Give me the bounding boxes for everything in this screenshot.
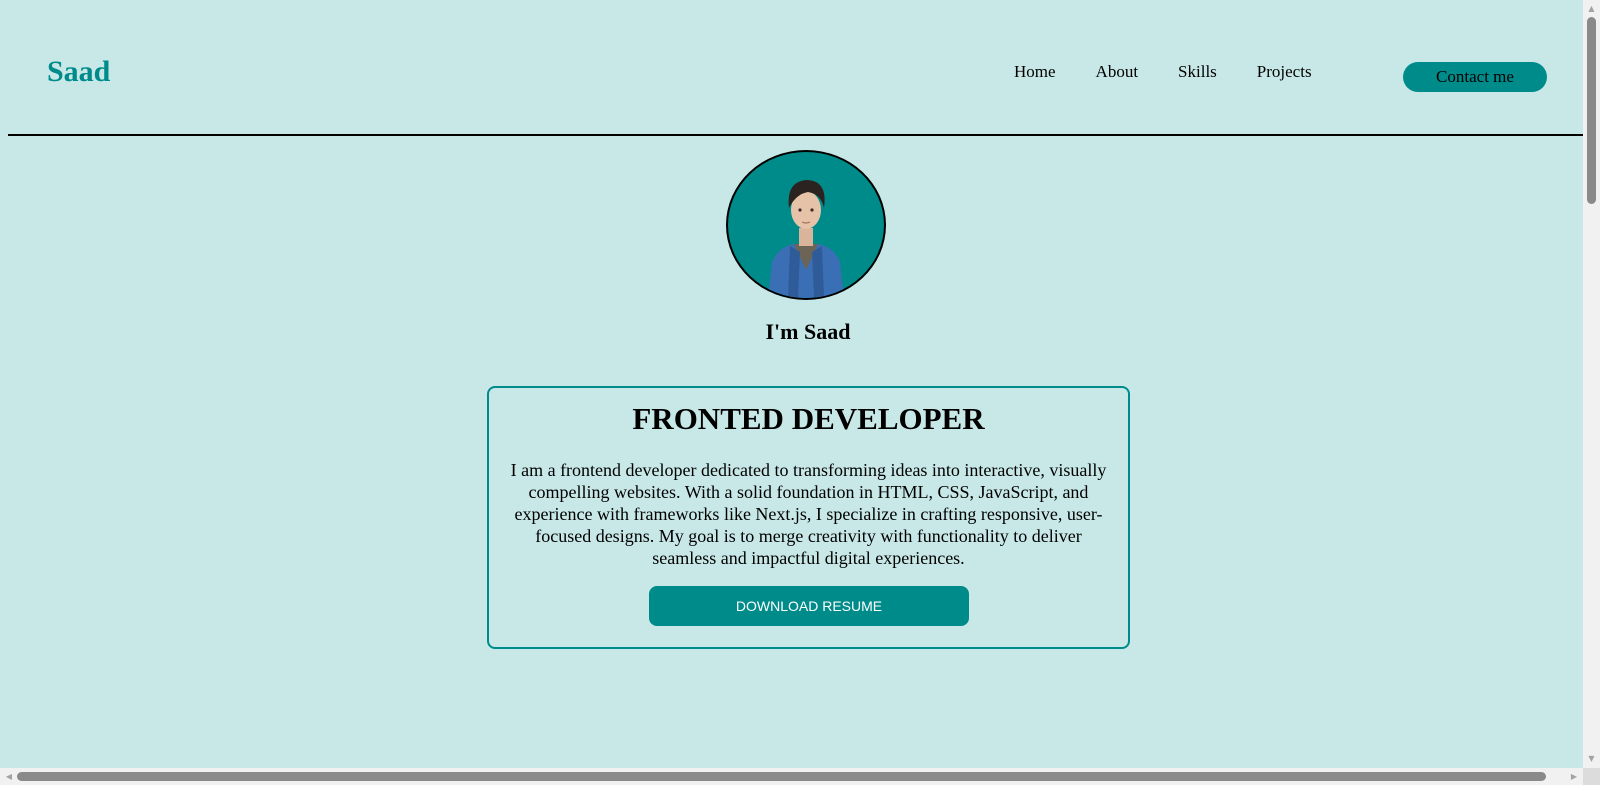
site-header: Saad Home About Skills Projects Contact … — [8, 0, 1583, 136]
horizontal-scroll-thumb[interactable] — [17, 772, 1546, 781]
nav-skills-link[interactable]: Skills — [1178, 60, 1217, 84]
role-title: FRONTED DEVELOPER — [632, 401, 985, 436]
nav-projects-link[interactable]: Projects — [1257, 60, 1312, 84]
contact-me-button[interactable]: Contact me — [1403, 62, 1547, 92]
scroll-left-arrow-icon[interactable]: ◀ — [2, 768, 16, 785]
scroll-down-arrow-icon[interactable]: ▼ — [1583, 752, 1600, 766]
bio-text: I am a frontend developer dedicated to t… — [510, 460, 1107, 568]
avatar-portrait-icon — [768, 180, 844, 298]
main-nav: Home About Skills Projects — [1014, 60, 1352, 84]
profile-avatar — [726, 150, 886, 300]
intro-heading: I'm Saad — [765, 319, 851, 344]
scroll-up-arrow-icon[interactable]: ▲ — [1583, 2, 1600, 16]
scroll-right-arrow-icon[interactable]: ▶ — [1567, 768, 1581, 785]
vertical-scrollbar[interactable]: ▲ ▼ — [1583, 0, 1600, 768]
nav-about-link[interactable]: About — [1096, 60, 1139, 84]
scrollbar-corner — [1583, 768, 1600, 785]
page: Saad Home About Skills Projects Contact … — [0, 0, 1583, 768]
developer-card: FRONTED DEVELOPER I am a frontend develo… — [487, 386, 1130, 649]
horizontal-scrollbar[interactable]: ◀ ▶ — [0, 768, 1583, 785]
brand-logo[interactable]: Saad — [47, 54, 110, 90]
nav-home-link[interactable]: Home — [1014, 60, 1056, 84]
download-resume-button[interactable]: DOWNLOAD RESUME — [649, 586, 969, 626]
vertical-scroll-thumb[interactable] — [1587, 17, 1596, 204]
